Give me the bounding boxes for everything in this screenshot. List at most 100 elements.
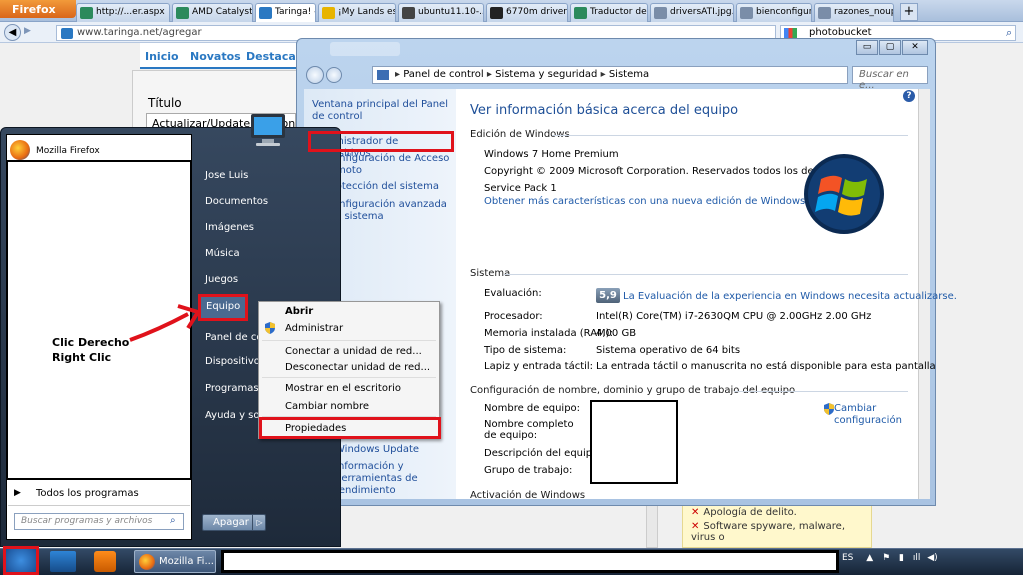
explorer-taskbar-icon[interactable] [50,551,76,572]
tab-favicon-icon [259,7,272,19]
rating-score[interactable]: 5,9 [596,288,620,303]
close-icon[interactable]: ✕ [902,40,928,55]
ctx-manage[interactable]: Administrar [285,323,343,334]
tray-arrow-icon[interactable]: ▲ [866,553,873,563]
tab-10[interactable]: razones_noup... [814,3,894,22]
tab-favicon-icon [818,7,831,19]
tab-label: Traductor de ... [590,7,647,17]
page-heading: Ver información básica acerca del equipo [470,103,739,118]
sm-item-help[interactable]: Ayuda y soporte técnico [198,404,258,428]
all-programs[interactable]: Todos los programas [36,488,139,499]
breadcrumb-security[interactable]: Sistema y seguridad [495,69,597,80]
tab-favicon-icon [490,7,503,19]
tab-3[interactable]: Taringa! - I... [255,3,316,22]
cp-link-performance[interactable]: Información y herramientas de rendimient… [335,461,452,497]
tab-label: ubuntu11.10-... [418,7,484,17]
sm-item-user[interactable]: Jose Luis [198,164,334,188]
tab-5[interactable]: ubuntu11.10-... [398,3,484,22]
cp-link-remote[interactable]: Configuración de Acceso remoto [326,153,452,177]
help-icon[interactable]: ? [903,90,915,102]
divider [734,391,908,392]
activation-section: Activación de Windows [470,490,586,501]
nav-novatos[interactable]: Novatos [190,50,241,63]
tab-1[interactable]: http://...er.aspx [76,3,170,22]
sm-item-computer[interactable]: Equipo [198,294,248,321]
cp-link-advanced[interactable]: Configuración avanzada del sistema [326,199,452,223]
forward-button-icon[interactable]: ▶ [24,26,38,39]
breadcrumb-panel[interactable]: Panel de control [403,69,484,80]
cp-search-input[interactable]: Buscar en e... [852,66,928,91]
sm-item-devices[interactable]: Dispositivos e impresoras [198,350,258,374]
signal-icon[interactable]: ıll [913,553,921,563]
page-scrollbar[interactable] [646,500,658,548]
firefox-taskbar-button[interactable]: Mozilla Fi... [134,550,216,573]
windows-logo-icon [803,153,885,235]
pinned-firefox[interactable]: Mozilla Firefox [36,146,100,156]
tab-favicon-icon [740,7,753,19]
tab-label: AMD Catalyst... [192,7,253,17]
cp-forward-icon[interactable] [326,67,342,83]
cp-address-bar[interactable]: ▸ Panel de control ▸ Sistema y seguridad… [372,66,848,84]
more-features-link[interactable]: Obtener más características con una nuev… [484,196,815,207]
shutdown-arrow-icon[interactable]: ▷ [252,514,266,531]
cp-link-update[interactable]: Windows Update [335,444,452,456]
divider [504,274,908,275]
service-pack: Service Pack 1 [484,183,557,194]
back-button-icon[interactable]: ◀ [4,24,21,41]
flag-icon[interactable]: ⚑ [882,553,890,563]
start-button-icon[interactable] [3,546,39,575]
nav-inicio[interactable]: Inicio [145,50,179,63]
cp-back-icon[interactable] [306,66,324,84]
computer-icon [248,112,288,150]
tab-favicon-icon [322,7,335,19]
ctx-map-drive[interactable]: Conectar a unidad de red... [285,346,422,357]
cp-link-home[interactable]: Ventana principal del Panel de control [312,99,452,123]
firefox-menu-button[interactable]: Firefox [0,0,76,18]
ctx-show-desktop[interactable]: Mostrar en el escritorio [285,383,401,394]
tab-2[interactable]: AMD Catalyst... [172,3,253,22]
change-config-link[interactable]: Cambiar configuración [834,403,904,427]
pen-label: Lapiz y entrada táctil: [484,361,594,372]
tab-8[interactable]: driversATI.jpg... [650,3,734,22]
cp-link-protection[interactable]: Protección del sistema [326,181,452,193]
sm-item-images[interactable]: Imágenes [198,216,334,240]
tab-4[interactable]: ¡My Lands es ... [318,3,396,22]
new-tab-button[interactable]: + [900,3,918,21]
rating-label: Evaluación: [484,288,542,299]
warning-item: ✕ Software spyware, malware, virus o [691,521,846,543]
arrow-right-icon: ▶ [14,488,21,498]
tab-9[interactable]: bienconfigur... [736,3,812,22]
window-controls: ▭ ▢ ✕ [856,40,928,57]
sm-item-control-panel[interactable]: Panel de control [198,326,258,350]
minimize-icon[interactable]: ▭ [856,40,878,55]
media-player-taskbar-icon[interactable] [94,551,116,572]
volume-icon[interactable]: ◀) [927,553,937,563]
sm-item-games[interactable]: Juegos [198,268,334,292]
window-title-blur [330,42,400,56]
network-icon[interactable]: ▮ [899,553,904,563]
titulo-label: Título [148,96,182,110]
tab-7[interactable]: Traductor de ... [570,3,648,22]
tab-6[interactable]: 6770m driver ... [486,3,568,22]
sm-item-music[interactable]: Música [198,242,334,266]
ctx-open[interactable]: Abrir [285,306,313,317]
sm-item-default-programs[interactable]: Programas predeterminados [198,377,258,401]
language-indicator[interactable]: ES [842,553,853,563]
maximize-icon[interactable]: ▢ [879,40,901,55]
system-tray: ES ▲ ⚑ ▮ ıll ◀) [842,553,938,563]
start-search-input[interactable]: Buscar programas y archivos [14,513,184,530]
rating-link[interactable]: La Evaluación de la experiencia en Windo… [623,291,957,302]
firefox-icon [139,554,155,570]
type-label: Tipo de sistema: [484,345,567,356]
ram-value: 4,00 GB [596,328,637,339]
ctx-disconnect-drive[interactable]: Desconectar unidad de red... [285,362,430,373]
sm-item-documents[interactable]: Documentos [198,190,334,214]
copyright-text: Copyright © 2009 Microsoft Corporation. … [484,166,851,177]
search-icon[interactable]: ⌕ [1006,26,1012,40]
type-value: Sistema operativo de 64 bits [596,345,741,356]
ctx-rename[interactable]: Cambiar nombre [285,401,369,412]
breadcrumb-system[interactable]: Sistema [609,69,649,80]
tab-label: razones_noup... [834,7,893,17]
tab-favicon-icon [80,7,93,19]
ram-label: Memoria instalada (RAM): [484,328,613,339]
